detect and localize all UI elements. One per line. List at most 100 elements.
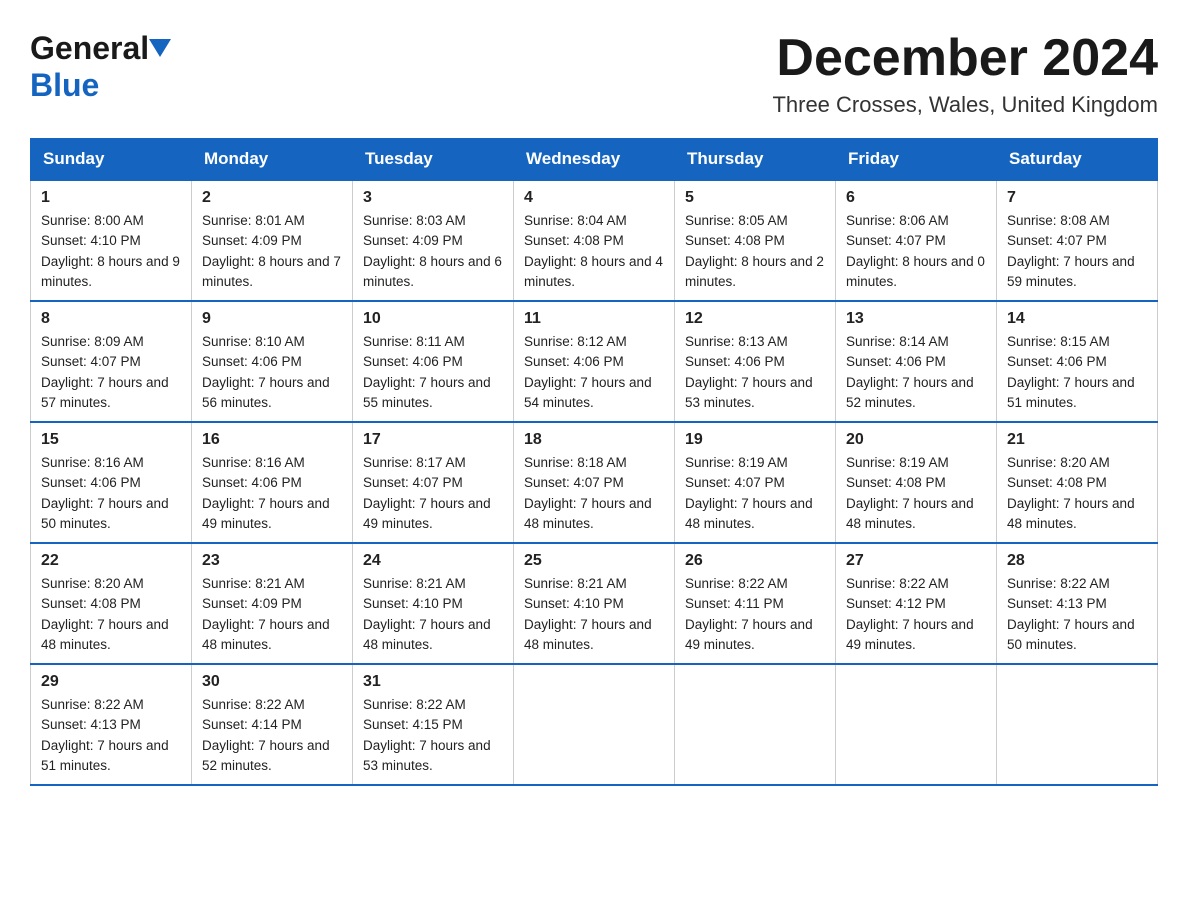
day-number: 4 bbox=[524, 189, 664, 207]
table-row: 2 Sunrise: 8:01 AM Sunset: 4:09 PM Dayli… bbox=[192, 180, 353, 301]
day-info: Sunrise: 8:17 AM Sunset: 4:07 PM Dayligh… bbox=[363, 453, 503, 534]
table-row: 18 Sunrise: 8:18 AM Sunset: 4:07 PM Dayl… bbox=[514, 422, 675, 543]
sunrise-label: Sunrise: 8:16 AM bbox=[202, 455, 305, 470]
day-info: Sunrise: 8:22 AM Sunset: 4:12 PM Dayligh… bbox=[846, 574, 986, 655]
sunrise-label: Sunrise: 8:22 AM bbox=[363, 697, 466, 712]
table-row: 31 Sunrise: 8:22 AM Sunset: 4:15 PM Dayl… bbox=[353, 664, 514, 785]
day-number: 23 bbox=[202, 552, 342, 570]
header-tuesday: Tuesday bbox=[353, 139, 514, 181]
daylight-label: Daylight: 7 hours and 56 minutes. bbox=[202, 375, 330, 410]
daylight-label: Daylight: 7 hours and 52 minutes. bbox=[846, 375, 974, 410]
table-row: 26 Sunrise: 8:22 AM Sunset: 4:11 PM Dayl… bbox=[675, 543, 836, 664]
day-number: 26 bbox=[685, 552, 825, 570]
daylight-label: Daylight: 7 hours and 48 minutes. bbox=[363, 617, 491, 652]
day-number: 10 bbox=[363, 310, 503, 328]
sunset-label: Sunset: 4:10 PM bbox=[363, 596, 463, 611]
daylight-label: Daylight: 7 hours and 55 minutes. bbox=[363, 375, 491, 410]
sunset-label: Sunset: 4:06 PM bbox=[202, 354, 302, 369]
calendar-table: Sunday Monday Tuesday Wednesday Thursday… bbox=[30, 138, 1158, 786]
sunrise-label: Sunrise: 8:06 AM bbox=[846, 213, 949, 228]
sunrise-label: Sunrise: 8:20 AM bbox=[1007, 455, 1110, 470]
day-number: 30 bbox=[202, 673, 342, 691]
day-info: Sunrise: 8:19 AM Sunset: 4:07 PM Dayligh… bbox=[685, 453, 825, 534]
table-row: 5 Sunrise: 8:05 AM Sunset: 4:08 PM Dayli… bbox=[675, 180, 836, 301]
sunrise-label: Sunrise: 8:03 AM bbox=[363, 213, 466, 228]
day-info: Sunrise: 8:14 AM Sunset: 4:06 PM Dayligh… bbox=[846, 332, 986, 413]
sunrise-label: Sunrise: 8:17 AM bbox=[363, 455, 466, 470]
day-number: 5 bbox=[685, 189, 825, 207]
sunrise-label: Sunrise: 8:21 AM bbox=[202, 576, 305, 591]
sunset-label: Sunset: 4:10 PM bbox=[41, 233, 141, 248]
daylight-label: Daylight: 8 hours and 0 minutes. bbox=[846, 254, 985, 289]
table-row: 21 Sunrise: 8:20 AM Sunset: 4:08 PM Dayl… bbox=[997, 422, 1158, 543]
sunrise-label: Sunrise: 8:13 AM bbox=[685, 334, 788, 349]
daylight-label: Daylight: 7 hours and 48 minutes. bbox=[202, 617, 330, 652]
sunrise-label: Sunrise: 8:21 AM bbox=[363, 576, 466, 591]
sunset-label: Sunset: 4:06 PM bbox=[41, 475, 141, 490]
table-row: 23 Sunrise: 8:21 AM Sunset: 4:09 PM Dayl… bbox=[192, 543, 353, 664]
title-section: December 2024 Three Crosses, Wales, Unit… bbox=[772, 30, 1158, 118]
sunset-label: Sunset: 4:07 PM bbox=[1007, 233, 1107, 248]
day-number: 12 bbox=[685, 310, 825, 328]
sunrise-label: Sunrise: 8:01 AM bbox=[202, 213, 305, 228]
sunrise-label: Sunrise: 8:11 AM bbox=[363, 334, 465, 349]
sunset-label: Sunset: 4:08 PM bbox=[41, 596, 141, 611]
daylight-label: Daylight: 8 hours and 4 minutes. bbox=[524, 254, 663, 289]
table-row: 30 Sunrise: 8:22 AM Sunset: 4:14 PM Dayl… bbox=[192, 664, 353, 785]
day-info: Sunrise: 8:00 AM Sunset: 4:10 PM Dayligh… bbox=[41, 211, 181, 292]
daylight-label: Daylight: 7 hours and 48 minutes. bbox=[524, 496, 652, 531]
sunset-label: Sunset: 4:06 PM bbox=[202, 475, 302, 490]
table-row: 22 Sunrise: 8:20 AM Sunset: 4:08 PM Dayl… bbox=[31, 543, 192, 664]
daylight-label: Daylight: 8 hours and 2 minutes. bbox=[685, 254, 824, 289]
sunrise-label: Sunrise: 8:22 AM bbox=[685, 576, 788, 591]
day-number: 1 bbox=[41, 189, 181, 207]
sunrise-label: Sunrise: 8:22 AM bbox=[202, 697, 305, 712]
sunrise-label: Sunrise: 8:15 AM bbox=[1007, 334, 1110, 349]
header-friday: Friday bbox=[836, 139, 997, 181]
sunset-label: Sunset: 4:15 PM bbox=[363, 717, 463, 732]
calendar-week-row: 8 Sunrise: 8:09 AM Sunset: 4:07 PM Dayli… bbox=[31, 301, 1158, 422]
day-number: 15 bbox=[41, 431, 181, 449]
table-row: 9 Sunrise: 8:10 AM Sunset: 4:06 PM Dayli… bbox=[192, 301, 353, 422]
day-info: Sunrise: 8:20 AM Sunset: 4:08 PM Dayligh… bbox=[1007, 453, 1147, 534]
location-title: Three Crosses, Wales, United Kingdom bbox=[772, 92, 1158, 118]
daylight-label: Daylight: 8 hours and 7 minutes. bbox=[202, 254, 341, 289]
sunset-label: Sunset: 4:07 PM bbox=[524, 475, 624, 490]
logo-blue-text: Blue bbox=[30, 67, 99, 103]
calendar-week-row: 29 Sunrise: 8:22 AM Sunset: 4:13 PM Dayl… bbox=[31, 664, 1158, 785]
day-info: Sunrise: 8:12 AM Sunset: 4:06 PM Dayligh… bbox=[524, 332, 664, 413]
day-info: Sunrise: 8:11 AM Sunset: 4:06 PM Dayligh… bbox=[363, 332, 503, 413]
sunrise-label: Sunrise: 8:19 AM bbox=[685, 455, 788, 470]
sunset-label: Sunset: 4:08 PM bbox=[524, 233, 624, 248]
table-row: 27 Sunrise: 8:22 AM Sunset: 4:12 PM Dayl… bbox=[836, 543, 997, 664]
daylight-label: Daylight: 7 hours and 48 minutes. bbox=[41, 617, 169, 652]
day-number: 18 bbox=[524, 431, 664, 449]
day-info: Sunrise: 8:19 AM Sunset: 4:08 PM Dayligh… bbox=[846, 453, 986, 534]
header-sunday: Sunday bbox=[31, 139, 192, 181]
sunset-label: Sunset: 4:11 PM bbox=[685, 596, 784, 611]
table-row: 10 Sunrise: 8:11 AM Sunset: 4:06 PM Dayl… bbox=[353, 301, 514, 422]
table-row bbox=[675, 664, 836, 785]
header-wednesday: Wednesday bbox=[514, 139, 675, 181]
day-info: Sunrise: 8:22 AM Sunset: 4:15 PM Dayligh… bbox=[363, 695, 503, 776]
day-number: 11 bbox=[524, 310, 664, 328]
day-info: Sunrise: 8:05 AM Sunset: 4:08 PM Dayligh… bbox=[685, 211, 825, 292]
table-row: 17 Sunrise: 8:17 AM Sunset: 4:07 PM Dayl… bbox=[353, 422, 514, 543]
header-monday: Monday bbox=[192, 139, 353, 181]
sunset-label: Sunset: 4:14 PM bbox=[202, 717, 302, 732]
day-info: Sunrise: 8:06 AM Sunset: 4:07 PM Dayligh… bbox=[846, 211, 986, 292]
table-row: 13 Sunrise: 8:14 AM Sunset: 4:06 PM Dayl… bbox=[836, 301, 997, 422]
day-number: 29 bbox=[41, 673, 181, 691]
daylight-label: Daylight: 7 hours and 50 minutes. bbox=[1007, 617, 1135, 652]
daylight-label: Daylight: 7 hours and 49 minutes. bbox=[363, 496, 491, 531]
day-info: Sunrise: 8:01 AM Sunset: 4:09 PM Dayligh… bbox=[202, 211, 342, 292]
sunrise-label: Sunrise: 8:08 AM bbox=[1007, 213, 1110, 228]
day-info: Sunrise: 8:13 AM Sunset: 4:06 PM Dayligh… bbox=[685, 332, 825, 413]
day-number: 17 bbox=[363, 431, 503, 449]
day-info: Sunrise: 8:16 AM Sunset: 4:06 PM Dayligh… bbox=[41, 453, 181, 534]
sunset-label: Sunset: 4:13 PM bbox=[1007, 596, 1107, 611]
daylight-label: Daylight: 7 hours and 53 minutes. bbox=[685, 375, 813, 410]
table-row: 19 Sunrise: 8:19 AM Sunset: 4:07 PM Dayl… bbox=[675, 422, 836, 543]
calendar-week-row: 15 Sunrise: 8:16 AM Sunset: 4:06 PM Dayl… bbox=[31, 422, 1158, 543]
sunset-label: Sunset: 4:09 PM bbox=[363, 233, 463, 248]
